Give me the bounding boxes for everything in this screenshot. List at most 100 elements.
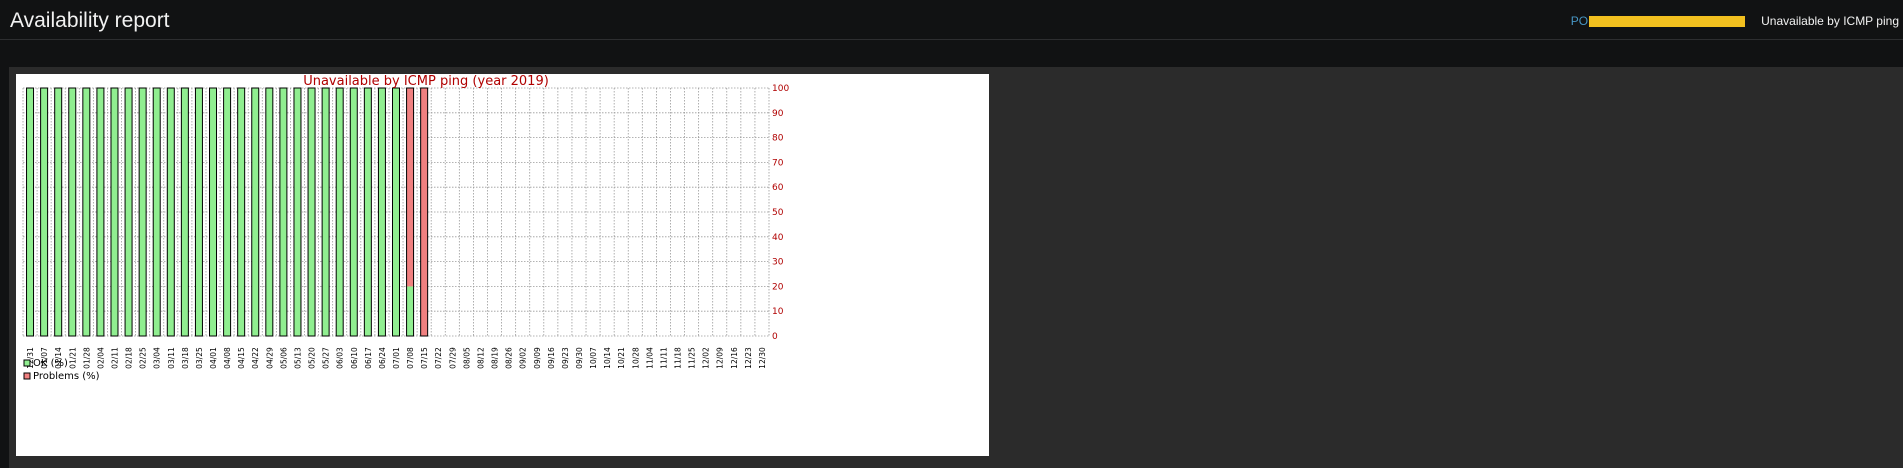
bar-ok [336, 88, 344, 336]
bar-ok [153, 88, 161, 336]
x-tick-label: 04/01 [209, 347, 218, 369]
bar-ok [110, 88, 118, 336]
host-link[interactable]: PO [1571, 14, 1588, 28]
x-tick-label: 03/18 [181, 347, 190, 369]
x-tick-label: 06/24 [378, 347, 387, 369]
x-tick-label: 11/25 [688, 347, 697, 369]
x-tick-label: 10/07 [589, 347, 598, 369]
x-tick-label: 07/22 [434, 347, 443, 369]
y-tick-label: 20 [772, 282, 784, 292]
y-tick-label: 40 [772, 233, 784, 243]
x-tick-label: 08/05 [462, 347, 471, 369]
bar-ok [322, 88, 330, 336]
x-tick-label: 12/02 [702, 347, 711, 369]
bar-ok [265, 88, 273, 336]
y-tick-label: 80 [772, 134, 784, 144]
bar-ok [181, 88, 189, 336]
x-tick-label: 09/23 [561, 347, 570, 369]
x-tick-label: 09/02 [519, 347, 528, 369]
bar-problems [420, 88, 428, 336]
legend-swatch [23, 359, 31, 367]
availability-chart-svg: 0102030405060708090100 12/31 01/07 01/14 01… [22, 74, 789, 382]
page-header: Availability report PO Unavailable by IC… [0, 0, 1903, 40]
y-tick-label: 60 [772, 183, 784, 193]
bar-ok [406, 286, 414, 336]
chart-y-axis: 0 10 20 30 40 50 60 70 80 90 100 [772, 84, 789, 342]
x-tick-label: 11/04 [645, 347, 654, 369]
x-tick-label: 07/15 [420, 347, 429, 369]
report-filter-summary: PO Unavailable by ICMP ping [1571, 14, 1899, 28]
page-title: Availability report [10, 9, 170, 32]
bar-ok [209, 88, 217, 336]
x-tick-label: 12/23 [744, 347, 753, 369]
x-tick-label: 02/18 [125, 347, 134, 369]
bar-ok [279, 88, 287, 336]
bar-ok [82, 88, 90, 336]
bar-problems [406, 88, 414, 287]
bar-ok [251, 88, 259, 336]
bar-ok [40, 88, 48, 336]
bar-ok [237, 88, 245, 336]
x-tick-label: 09/09 [533, 347, 542, 369]
trigger-name: Unavailable by ICMP ping [1761, 14, 1899, 28]
x-tick-label: 09/16 [547, 347, 556, 369]
x-tick-label: 12/30 [758, 347, 767, 369]
x-tick-label: 12/16 [730, 347, 739, 369]
x-tick-label: 07/01 [392, 347, 401, 369]
y-tick-label: 70 [772, 158, 784, 168]
x-tick-label: 08/12 [476, 347, 485, 369]
x-tick-label: 05/27 [322, 347, 331, 369]
x-tick-label: 06/03 [336, 347, 345, 369]
report-content: 0 10 20 30 40 50 60 70 80 90 100 12/31 01/07 01/14 01… [9, 67, 1903, 468]
host-name-highlight [1589, 15, 1746, 27]
chart-x-axis: 12/31 01/07 01/14 01/21 01/28 02/04 02/11 02/18… [26, 347, 767, 369]
x-tick-label: 04/29 [265, 347, 274, 369]
x-tick-label: 04/15 [237, 347, 246, 369]
availability-chart: 0 10 20 30 40 50 60 70 80 90 100 12/31 01/07 01/14 01… [16, 74, 989, 456]
x-tick-label: 05/06 [279, 347, 288, 369]
x-tick-label: 05/20 [308, 347, 317, 369]
x-tick-label: 06/10 [350, 347, 359, 369]
bar-ok [350, 88, 358, 336]
x-tick-label: 07/29 [448, 347, 457, 369]
x-tick-label: 07/08 [406, 347, 415, 369]
y-tick-label: 90 [772, 109, 784, 119]
x-tick-label: 11/11 [659, 347, 668, 369]
x-tick-label: 04/08 [223, 347, 232, 369]
y-tick-label: 0 [772, 332, 778, 342]
x-tick-label: 03/25 [195, 347, 204, 369]
bar-ok [223, 88, 231, 336]
x-tick-label: 10/21 [617, 347, 626, 369]
bar-ok [167, 88, 175, 336]
chart-bars [26, 87, 429, 337]
x-tick-label: 03/11 [167, 347, 176, 369]
bar-ok [392, 88, 400, 336]
bar-ok [68, 88, 76, 336]
bar-ok [96, 88, 104, 336]
legend-swatch [23, 372, 31, 380]
x-tick-label: 08/26 [505, 347, 514, 369]
bar-ok [293, 88, 301, 336]
bar-ok [308, 88, 316, 336]
x-tick-label: 01/21 [68, 347, 77, 369]
x-tick-label: 06/17 [364, 347, 373, 369]
legend-label: OK (%) [33, 358, 68, 369]
x-tick-label: 03/04 [153, 347, 162, 369]
x-tick-label: 05/13 [293, 347, 302, 369]
legend-label: Problems (%) [33, 371, 100, 382]
bar-ok [26, 88, 34, 336]
bar-ok [195, 88, 203, 336]
y-tick-label: 100 [772, 84, 789, 94]
x-tick-label: 12/09 [716, 347, 725, 369]
x-tick-label: 09/30 [575, 347, 584, 369]
bar-ok [378, 88, 386, 336]
x-tick-label: 10/14 [603, 347, 612, 369]
x-tick-label: 02/04 [96, 347, 105, 369]
x-tick-label: 11/18 [674, 347, 683, 369]
bar-ok [125, 88, 133, 336]
x-tick-label: 08/19 [491, 347, 500, 369]
y-tick-label: 10 [772, 307, 784, 317]
x-tick-label: 01/28 [82, 347, 91, 369]
chart-title: Unavailable by ICMP ping (year 2019) [303, 74, 549, 89]
x-tick-label: 02/11 [110, 347, 119, 369]
